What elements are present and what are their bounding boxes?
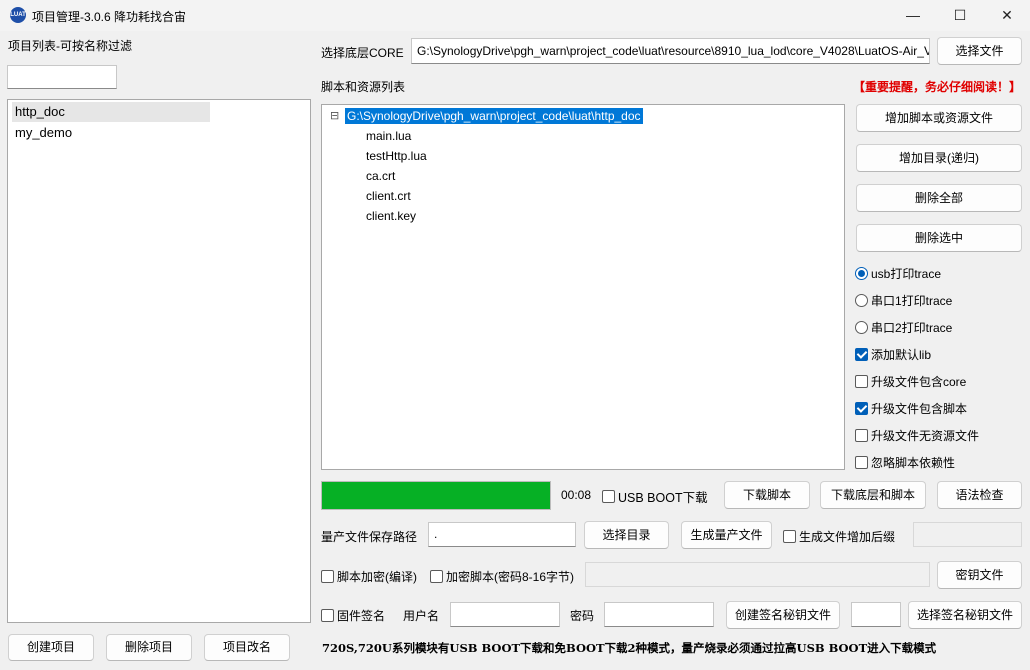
checkbox-icon bbox=[855, 456, 868, 469]
checkbox-icon bbox=[783, 530, 796, 543]
download-time: 00:08 bbox=[561, 488, 592, 502]
no-resource-checkbox[interactable]: 升级文件无资源文件 bbox=[855, 427, 979, 444]
production-path-label: 量产文件保存路径 bbox=[321, 530, 418, 544]
checkbox-icon bbox=[430, 570, 443, 583]
checkbox-icon bbox=[855, 429, 868, 442]
checkbox-icon bbox=[321, 609, 334, 622]
compile-encrypt-checkbox[interactable]: 脚本加密(编译) bbox=[321, 568, 417, 585]
window-title: 项目管理-3.0.6 降功耗找合宙 bbox=[32, 10, 187, 24]
tree-file-main-lua[interactable]: main.lua bbox=[366, 128, 411, 144]
usb-boot-checkbox[interactable]: USB BOOT下载 bbox=[602, 487, 708, 506]
radio-selected-icon bbox=[855, 267, 868, 280]
core-label: 选择底层CORE bbox=[321, 46, 404, 60]
select-sign-key-button[interactable]: 选择签名秘钥文件 bbox=[908, 601, 1022, 629]
password-input[interactable] bbox=[604, 602, 714, 627]
project-filter-input[interactable] bbox=[7, 65, 117, 89]
minimize-icon[interactable]: — bbox=[890, 0, 936, 31]
usb-boot-notice: 720S,720U系列模块有USB BOOT下载和免BOOT下载2种模式，量产烧… bbox=[322, 641, 937, 655]
title-bar: LUAT 项目管理-3.0.6 降功耗找合宙 — ☐ ✕ bbox=[0, 0, 1030, 31]
project-item-http-doc[interactable]: http_doc bbox=[12, 102, 210, 122]
radio-icon bbox=[855, 294, 868, 307]
important-warning-link[interactable]: 【重要提醒，务必仔细阅读！】 bbox=[853, 78, 1021, 95]
project-list-label: 项目列表-可按名称过滤 bbox=[8, 39, 132, 53]
download-progress-fill bbox=[322, 482, 550, 509]
checkbox-icon bbox=[855, 375, 868, 388]
tree-file-testhttp-lua[interactable]: testHttp.lua bbox=[366, 148, 427, 164]
delete-all-button[interactable]: 删除全部 bbox=[856, 184, 1022, 212]
sign-key-input[interactable] bbox=[851, 602, 901, 627]
production-path-input[interactable]: . bbox=[428, 522, 576, 547]
syntax-check-button[interactable]: 语法检查 bbox=[937, 481, 1022, 509]
core-path-input[interactable]: G:\SynologyDrive\pgh_warn\project_code\l… bbox=[411, 38, 930, 64]
password-encrypt-checkbox[interactable]: 加密脚本(密码8-16字节) bbox=[430, 568, 574, 585]
trace-uart1-radio[interactable]: 串口1打印trace bbox=[855, 292, 952, 309]
include-script-checkbox[interactable]: 升级文件包含脚本 bbox=[855, 400, 967, 417]
password-label: 密码 bbox=[570, 609, 595, 623]
checkbox-icon bbox=[321, 570, 334, 583]
maximize-icon[interactable]: ☐ bbox=[937, 0, 983, 31]
add-default-lib-checkbox[interactable]: 添加默认lib bbox=[855, 346, 931, 363]
scripts-label: 脚本和资源列表 bbox=[321, 80, 406, 94]
add-file-button[interactable]: 增加脚本或资源文件 bbox=[856, 104, 1022, 132]
close-icon[interactable]: ✕ bbox=[984, 0, 1030, 31]
select-directory-button[interactable]: 选择目录 bbox=[584, 521, 669, 549]
radio-icon bbox=[855, 321, 868, 334]
suffix-input[interactable] bbox=[913, 522, 1022, 547]
download-progress-bar bbox=[321, 481, 551, 510]
firmware-sign-checkbox[interactable]: 固件签名 bbox=[321, 607, 385, 624]
tree-file-client-key[interactable]: client.key bbox=[366, 208, 416, 224]
tree-root[interactable]: G:\SynologyDrive\pgh_warn\project_code\l… bbox=[345, 108, 643, 124]
encrypt-password-input[interactable] bbox=[585, 562, 930, 587]
tree-file-ca-crt[interactable]: ca.crt bbox=[366, 168, 395, 184]
create-project-button[interactable]: 创建项目 bbox=[8, 634, 94, 661]
checkbox-icon bbox=[602, 490, 615, 503]
download-script-button[interactable]: 下载脚本 bbox=[724, 481, 810, 509]
project-list[interactable]: http_doc my_demo bbox=[7, 99, 311, 623]
trace-uart2-radio[interactable]: 串口2打印trace bbox=[855, 319, 952, 336]
add-directory-button[interactable]: 增加目录(递归) bbox=[856, 144, 1022, 172]
include-core-checkbox[interactable]: 升级文件包含core bbox=[855, 373, 966, 390]
ignore-deps-checkbox[interactable]: 忽略脚本依赖性 bbox=[855, 454, 955, 471]
script-tree[interactable]: ⊟ G:\SynologyDrive\pgh_warn\project_code… bbox=[321, 104, 845, 470]
rename-project-button[interactable]: 项目改名 bbox=[204, 634, 290, 661]
collapse-icon[interactable]: ⊟ bbox=[330, 109, 339, 122]
checkbox-checked-icon bbox=[855, 402, 868, 415]
delete-project-button[interactable]: 删除项目 bbox=[106, 634, 192, 661]
generate-production-button[interactable]: 生成量产文件 bbox=[681, 521, 772, 549]
username-input[interactable] bbox=[450, 602, 560, 627]
select-core-button[interactable]: 选择文件 bbox=[937, 37, 1022, 65]
username-label: 用户名 bbox=[403, 609, 440, 623]
project-item-my-demo[interactable]: my_demo bbox=[12, 123, 210, 143]
app-logo-icon: LUAT bbox=[10, 7, 26, 23]
download-all-button[interactable]: 下载底层和脚本 bbox=[820, 481, 926, 509]
add-suffix-checkbox[interactable]: 生成文件增加后缀 bbox=[783, 528, 895, 545]
key-file-button[interactable]: 密钥文件 bbox=[937, 561, 1022, 589]
create-sign-key-button[interactable]: 创建签名秘钥文件 bbox=[726, 601, 840, 629]
trace-usb-radio[interactable]: usb打印trace bbox=[855, 265, 941, 282]
checkbox-checked-icon bbox=[855, 348, 868, 361]
tree-file-client-crt[interactable]: client.crt bbox=[366, 188, 411, 204]
delete-selected-button[interactable]: 删除选中 bbox=[856, 224, 1022, 252]
